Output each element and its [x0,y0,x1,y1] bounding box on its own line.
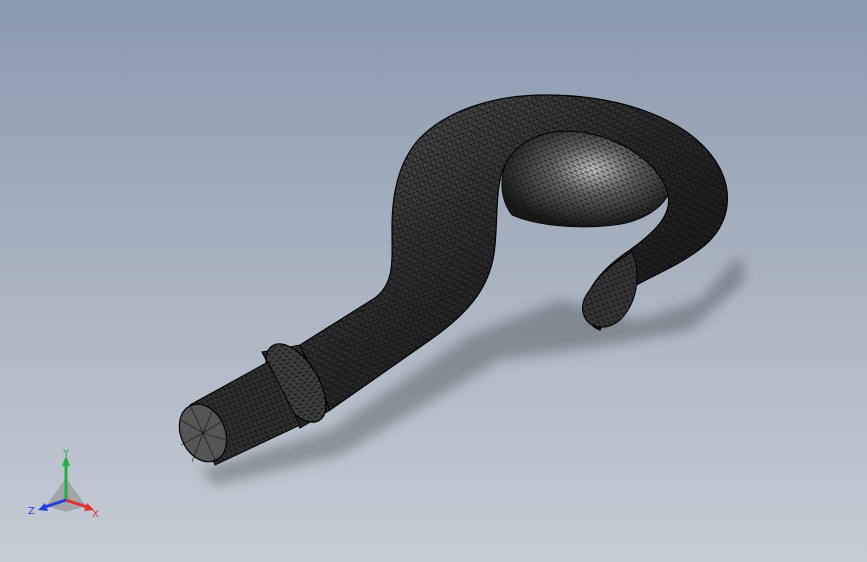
view-orientation-triad[interactable]: Y X Z [26,448,106,528]
hook-tip-mesh [582,252,637,328]
graphics-viewport[interactable]: Y X Z [0,0,867,562]
x-axis-label: X [92,509,99,520]
hook-curve-mesh [300,94,728,410]
z-axis-label: Z [28,506,35,517]
z-axis-arrow-icon [38,503,48,511]
hook-wireframe-model[interactable] [0,0,867,562]
y-axis-label: Y [62,448,70,459]
